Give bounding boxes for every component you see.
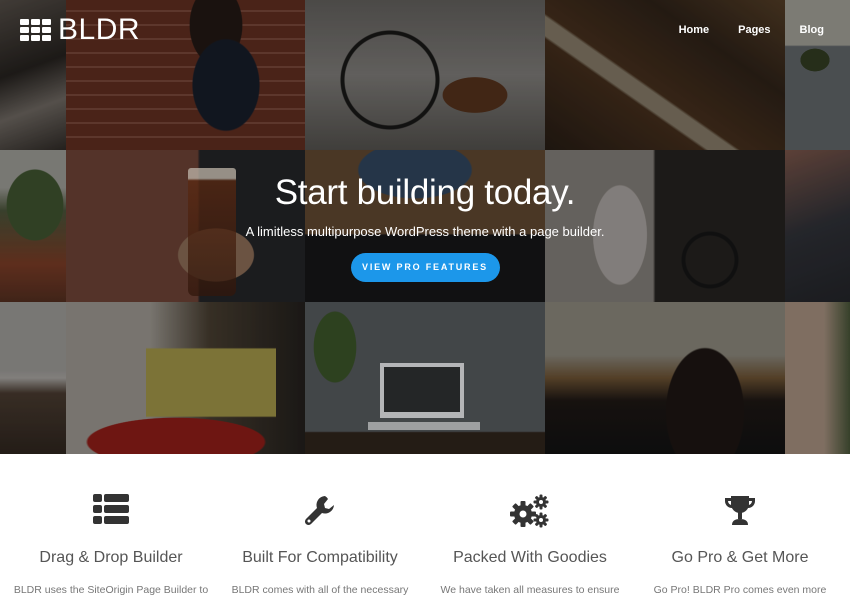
nav-item-pages[interactable]: Pages [738,24,770,36]
nav-item-blog[interactable]: Blog [800,24,824,36]
wrench-icon [304,496,334,526]
feature-title: Drag & Drop Builder [39,549,183,566]
grid-logo-icon [20,19,51,41]
feature-description: BLDR uses the SiteOrigin Page Builder to [13,584,209,596]
gears-icon [510,494,549,528]
site-logo[interactable]: BLDR [20,15,140,45]
nav-item-home[interactable]: Home [679,24,710,36]
logo-text: BLDR [58,13,141,46]
feature-title: Built For Compatibility [242,549,398,566]
main-nav: Home Pages Blog [650,24,824,36]
view-pro-features-button[interactable]: VIEW PRO FEATURES [350,253,500,282]
feature-description: BLDR comes with all of the necessary [231,584,409,596]
hero-title: Start building today. [274,173,576,212]
feature-title: Go Pro & Get More [671,549,809,566]
hero-content: Start building today. A limitless multip… [0,172,850,282]
feature-description: We have taken all measures to ensure [440,584,620,596]
list-icon [93,494,129,524]
hero-subtitle: A limitless multipurpose WordPress theme… [245,224,605,239]
hero-section: BLDR Home Pages Blog Start building toda… [0,0,850,454]
feature-title: Packed With Goodies [453,549,607,566]
trophy-icon [725,496,755,525]
features-section: Drag & Drop Builder BLDR uses the SiteOr… [0,454,850,600]
feature-description: Go Pro! BLDR Pro comes even more [653,584,827,596]
